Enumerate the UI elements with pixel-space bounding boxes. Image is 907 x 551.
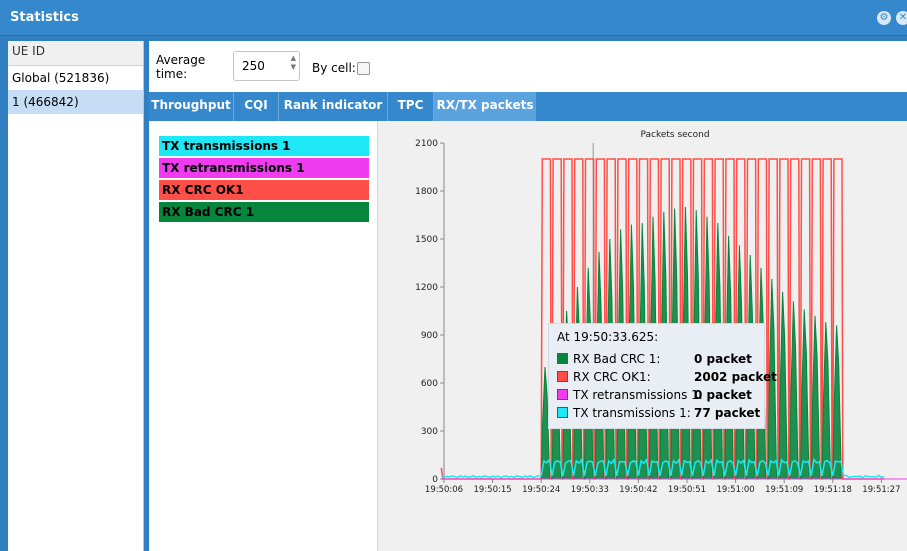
tooltip-row-tx-retransmissions: TX retransmissions 1: [557, 386, 703, 404]
swatch-icon [557, 389, 568, 400]
tab-rx-tx-packets[interactable]: RX/TX packets [434, 92, 536, 121]
tab-content: TX transmissions 1 TX retransmissions 1 … [149, 121, 907, 551]
x-tick-label: 19:50:15 [474, 485, 512, 495]
x-tick-label: 19:50:51 [668, 485, 706, 495]
average-time-label: Average time: [156, 53, 205, 81]
swatch-icon [557, 371, 568, 382]
ue-list-panel: UE ID Global (521836) 1 (466842) [8, 41, 144, 551]
tab-rank-indicator[interactable]: Rank indicator [279, 92, 388, 121]
legend-item-tx-transmissions[interactable]: TX transmissions 1 [159, 136, 369, 156]
average-time-input[interactable]: 250 ▲ ▼ [233, 51, 300, 81]
x-tick-label: 19:50:42 [619, 485, 657, 495]
tooltip-label: TX transmissions 1: [573, 406, 691, 420]
x-tick-label: 19:50:24 [522, 485, 560, 495]
legend-item-rx-crc-ok[interactable]: RX CRC OK1 [159, 180, 369, 200]
y-tick-label: 900 [421, 331, 438, 341]
spinner-arrows-icon[interactable]: ▲ ▼ [291, 54, 296, 72]
tooltip-row-rx-bad-crc: RX Bad CRC 1: [557, 350, 660, 368]
tooltip-label: RX Bad CRC 1: [573, 352, 661, 366]
legend-item-tx-retransmissions[interactable]: TX retransmissions 1 [159, 158, 369, 178]
y-tick-label: 1800 [415, 187, 438, 197]
ue-list-item-global[interactable]: Global (521836) [8, 66, 143, 90]
tooltip-value: 0 packet [694, 352, 752, 366]
y-tick-label: 2100 [415, 139, 438, 149]
tooltip-label: TX retransmissions 1: [573, 388, 703, 402]
series-legend: TX transmissions 1 TX retransmissions 1 … [149, 121, 378, 551]
by-cell-checkbox[interactable] [357, 62, 370, 75]
tooltip-value: 77 packet [694, 406, 761, 420]
x-tick-label: 19:50:33 [571, 485, 609, 495]
tooltip-time: At 19:50:33.625: [557, 330, 659, 344]
tooltip-label: RX CRC OK1: [573, 370, 651, 384]
y-tick-label: 1200 [415, 283, 438, 293]
tab-bar: Throughput CQI Rank indicator TPC RX/TX … [149, 92, 907, 121]
y-tick-label: 300 [421, 427, 438, 437]
y-tick-label: 0 [432, 475, 438, 485]
tooltip-row-tx-transmissions: TX transmissions 1: [557, 404, 691, 422]
x-tick-label: 19:51:18 [814, 485, 852, 495]
y-tick-label: 600 [421, 379, 438, 389]
gear-icon[interactable]: ⚙ [877, 11, 891, 25]
window-titlebar: Statistics ⚙ ✕ [0, 0, 907, 36]
average-time-label-line2: time: [156, 67, 188, 81]
tab-cqi[interactable]: CQI [234, 92, 279, 121]
average-time-label-line1: Average [156, 53, 206, 67]
y-tick-label: 1500 [415, 235, 438, 245]
stats-panel: Average time: 250 ▲ ▼ By cell: Throughput… [149, 41, 907, 551]
x-tick-label: 19:50:06 [425, 485, 463, 495]
x-tick-label: 19:51:00 [717, 485, 755, 495]
tab-tpc[interactable]: TPC [388, 92, 434, 121]
chart-title: Packets second [640, 130, 709, 140]
toolbar: Average time: 250 ▲ ▼ By cell: [149, 41, 907, 93]
x-tick-label: 19:51:27 [862, 485, 900, 495]
window-title: Statistics [10, 10, 79, 25]
swatch-icon [557, 407, 568, 418]
average-time-value: 250 [242, 59, 265, 73]
tab-throughput[interactable]: Throughput [149, 92, 234, 121]
swatch-icon [557, 353, 568, 364]
tooltip-value: 2002 packet [694, 370, 777, 384]
chart-tooltip: At 19:50:33.625: RX Bad CRC 1: 0 packet … [548, 323, 777, 429]
legend-item-rx-bad-crc[interactable]: RX Bad CRC 1 [159, 202, 369, 222]
close-icon[interactable]: ✕ [896, 11, 907, 25]
tooltip-row-rx-crc-ok: RX CRC OK1: [557, 368, 651, 386]
by-cell-label: By cell: [312, 61, 356, 75]
ue-list-header[interactable]: UE ID [8, 41, 143, 66]
ue-list-item-1[interactable]: 1 (466842) [8, 90, 143, 114]
tooltip-value: 0 packet [694, 388, 752, 402]
window-content: UE ID Global (521836) 1 (466842) Average… [8, 41, 907, 551]
x-tick-label: 19:51:09 [765, 485, 803, 495]
